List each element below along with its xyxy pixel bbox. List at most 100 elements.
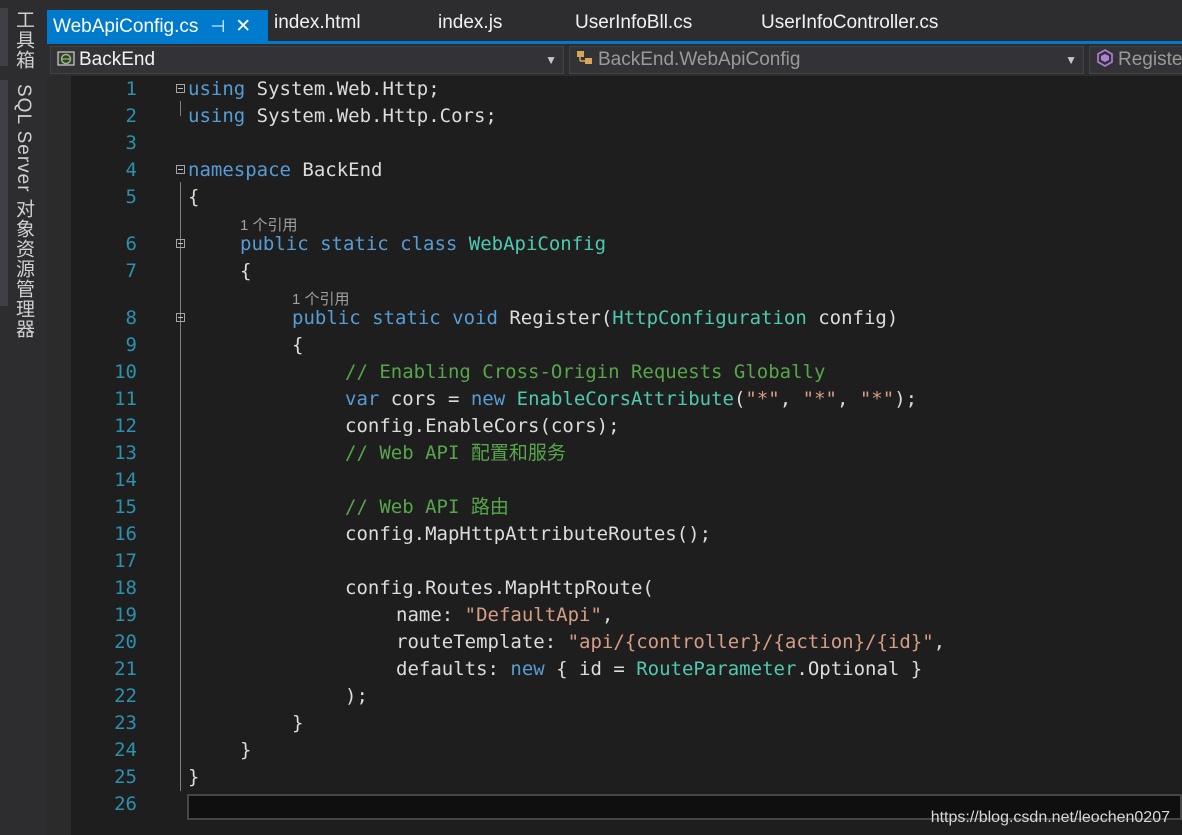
code-comment: // Web API 配置和服务 xyxy=(345,442,566,464)
code-line: 19 name: "DefaultApi", xyxy=(47,602,1182,629)
project-name: BackEnd xyxy=(79,49,156,70)
code-text: { xyxy=(240,258,251,285)
token: { id = xyxy=(544,658,637,680)
token: , xyxy=(836,388,860,410)
code-line: 8 public static void Register(HttpConfig… xyxy=(47,305,1182,332)
token: name: xyxy=(396,604,465,626)
tab-index-html[interactable]: index.html xyxy=(274,12,361,34)
pin-icon[interactable]: ⊣ xyxy=(210,17,225,37)
token: namespace xyxy=(188,159,291,181)
collapse-icon[interactable] xyxy=(176,239,185,248)
type-dropdown[interactable]: BackEnd.WebApiConfig ▼ xyxy=(569,46,1084,74)
line-number: 26 xyxy=(114,793,137,815)
code-text: routeTemplate: "api/{controller}/{action… xyxy=(396,629,945,656)
token: "*" xyxy=(859,388,895,410)
code-line: 7 { xyxy=(47,258,1182,285)
code-line: 10 // Enabling Cross-Origin Requests Glo… xyxy=(47,359,1182,386)
line-number: 13 xyxy=(114,442,137,464)
code-text: using System.Web.Http.Cors; xyxy=(188,103,497,130)
token: "api/{controller}/{action}/{id}" xyxy=(567,631,934,653)
code-text: ); xyxy=(345,685,368,707)
code-text: namespace BackEnd xyxy=(188,157,382,184)
token: new xyxy=(510,658,545,680)
code-comment: // Enabling Cross-Origin Requests Global… xyxy=(345,361,826,383)
code-line: 23 } xyxy=(47,710,1182,737)
sql-server-explorer-tab[interactable]: SQL Server 对象资源管理器 xyxy=(10,84,37,339)
method-icon xyxy=(1097,49,1113,67)
code-line: 2 using System.Web.Http.Cors; xyxy=(47,103,1182,130)
line-number: 1 xyxy=(125,78,137,100)
navigation-bar: BackEnd ▼ BackEnd.WebApiConfig ▼ Registe… xyxy=(47,44,1182,76)
code-line: 15 // Web API 路由 xyxy=(47,494,1182,521)
code-line: 18 config.Routes.MapHttpRoute( xyxy=(47,575,1182,602)
code-text: } xyxy=(240,739,252,761)
watermark: https://blog.csdn.net/leochen0207 xyxy=(930,809,1170,826)
token: ); xyxy=(894,388,918,410)
line-number: 10 xyxy=(114,361,137,383)
project-icon xyxy=(57,51,75,66)
token: BackEnd xyxy=(290,159,383,181)
token: routeTemplate: xyxy=(396,631,568,653)
line-number: 6 xyxy=(125,233,137,255)
token: .Optional } xyxy=(796,658,923,680)
tab-userinfocontroller[interactable]: UserInfoController.cs xyxy=(761,12,938,34)
close-icon[interactable]: ✕ xyxy=(235,15,251,38)
code-line: 22 ); xyxy=(47,683,1182,710)
token: EnableCorsAttribute xyxy=(516,388,734,410)
token: HttpConfiguration xyxy=(612,307,807,329)
code-comment: // Web API 路由 xyxy=(345,496,509,518)
toolbox-tab-marker xyxy=(0,8,8,66)
toolbox-tab[interactable]: 工具箱 xyxy=(10,10,37,70)
token: using xyxy=(188,78,246,100)
tab-index-js[interactable]: index.js xyxy=(438,12,502,34)
token: , xyxy=(779,388,803,410)
code-text: config.EnableCors(cors); xyxy=(345,415,620,437)
line-number: 18 xyxy=(114,577,137,599)
code-line: 4 namespace BackEnd xyxy=(47,157,1182,184)
token: System.Web.Http.Cors; xyxy=(245,105,497,127)
code-text: using System.Web.Http; xyxy=(188,76,440,103)
line-number: 16 xyxy=(114,523,137,545)
code-line: 6 public static class WebApiConfig xyxy=(47,231,1182,258)
type-name: BackEnd.WebApiConfig xyxy=(598,49,801,70)
code-line: 9 { xyxy=(47,332,1182,359)
member-name: Register xyxy=(1118,49,1182,70)
line-number: 5 xyxy=(125,186,137,208)
code-line: 24 } xyxy=(47,737,1182,764)
tab-webapiconfig[interactable]: WebApiConfig.cs ⊣ ✕ xyxy=(47,10,268,41)
collapse-icon[interactable] xyxy=(176,313,185,322)
member-dropdown[interactable]: Register xyxy=(1089,46,1182,74)
line-number: 4 xyxy=(125,159,137,181)
token: cors = xyxy=(379,388,471,410)
code-line: 25 } xyxy=(47,764,1182,791)
token: { xyxy=(292,334,304,356)
line-number: 15 xyxy=(114,496,137,518)
tab-userinfobll[interactable]: UserInfoBll.cs xyxy=(575,12,692,34)
code-text: config.Routes.MapHttpRoute( xyxy=(345,577,654,599)
document-tab-bar: WebApiConfig.cs ⊣ ✕ index.html index.js Us… xyxy=(47,0,1182,44)
line-number: 3 xyxy=(125,132,137,154)
code-text: defaults: new { id = RouteParameter.Opti… xyxy=(396,656,922,683)
code-text: { xyxy=(188,184,199,211)
token: WebApiConfig xyxy=(468,233,607,255)
code-line: 21 defaults: new { id = RouteParameter.O… xyxy=(47,656,1182,683)
line-number: 7 xyxy=(125,260,137,282)
code-line: 17 xyxy=(47,548,1182,575)
line-number: 14 xyxy=(114,469,137,491)
code-line: 20 routeTemplate: "api/{controller}/{act… xyxy=(47,629,1182,656)
chevron-down-icon: ▼ xyxy=(545,53,557,67)
token: var xyxy=(345,388,380,410)
code-text: config.MapHttpAttributeRoutes(); xyxy=(345,523,712,545)
code-text: } xyxy=(188,766,200,788)
line-number: 23 xyxy=(114,712,137,734)
line-number: 19 xyxy=(114,604,137,626)
token: config) xyxy=(806,307,899,329)
project-dropdown[interactable]: BackEnd ▼ xyxy=(50,46,564,74)
token: ( xyxy=(733,388,746,410)
code-text: name: "DefaultApi", xyxy=(396,602,613,629)
collapse-icon[interactable] xyxy=(176,84,185,93)
code-editor[interactable]: 1 using System.Web.Http; 2 using System.… xyxy=(47,76,1182,835)
code-text: { xyxy=(292,332,303,359)
line-number: 12 xyxy=(114,415,137,437)
collapse-icon[interactable] xyxy=(176,165,185,174)
